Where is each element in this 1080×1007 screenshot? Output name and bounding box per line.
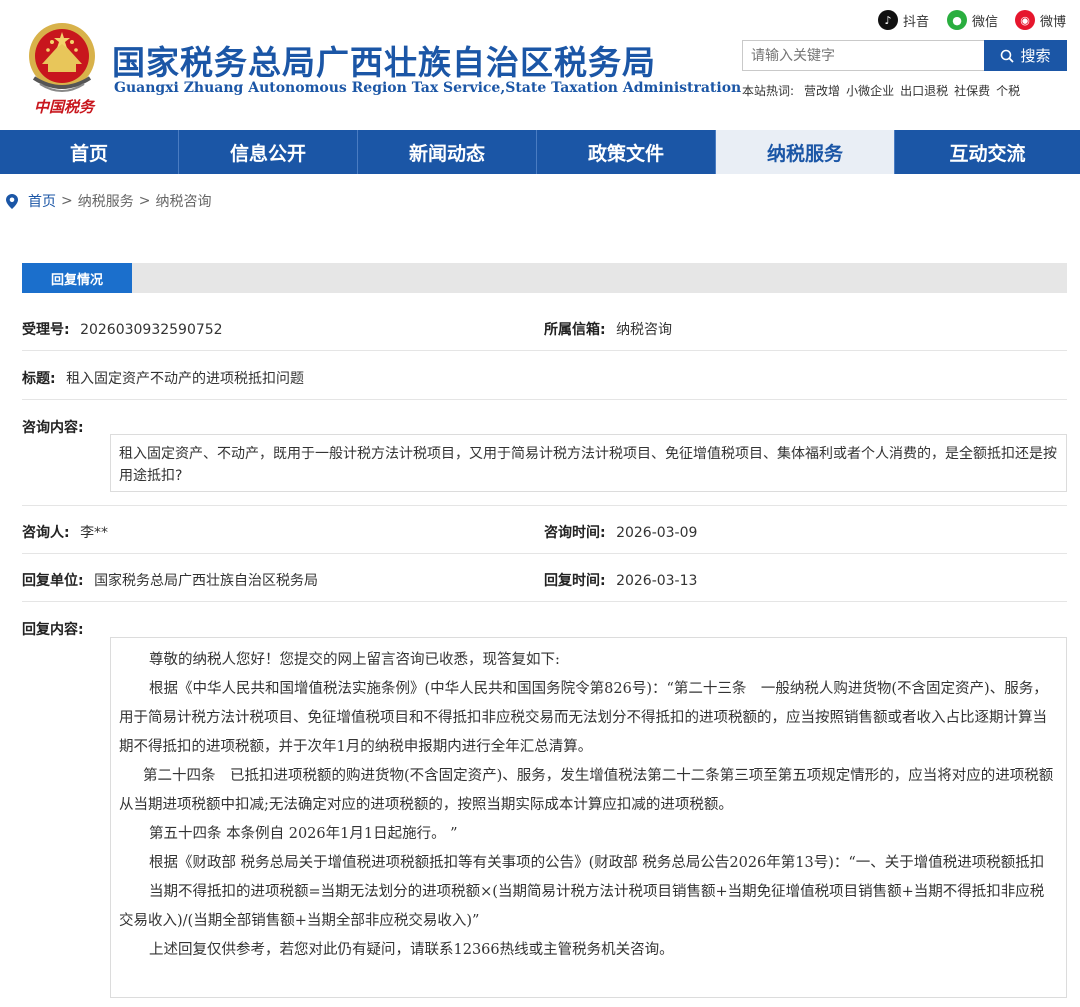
nav-item-tax-service[interactable]: 纳税服务 [716,130,895,174]
hot-word-link[interactable]: 个税 [996,82,1020,99]
row-divider [22,399,1067,400]
consult-time-label: 咨询时间: [544,525,606,541]
reply-paragraph: 第二十四条 已抵扣进项税额的购进货物(不含固定资产)、服务，发生增值税法第二十二… [119,768,1054,813]
reply-time-value: 2026-03-13 [616,573,698,589]
hot-word-link[interactable]: 小微企业 [846,82,894,99]
douyin-icon: ♪ [878,10,898,30]
social-douyin-label: 抖音 [903,14,930,30]
title-label: 标题: [22,371,56,387]
search-button[interactable]: 搜索 [984,40,1067,71]
consult-content-text: 租入固定资产、不动产，既用于一般计税方法计税项目，又用于简易计税方法计税项目、免… [119,446,1057,484]
site-title[interactable]: 国家税务总局广西壮族自治区税务局 [112,36,656,84]
breadcrumb-home[interactable]: 首页 [28,191,56,211]
social-wechat[interactable]: ● 微信 [947,9,998,31]
consultant-label: 咨询人: [22,525,70,541]
consult-time-value: 2026-03-09 [616,525,698,541]
nav-item-interaction[interactable]: 互动交流 [895,130,1080,174]
search-input[interactable] [742,40,984,71]
emblem-caption: 中国税务 [34,98,95,116]
social-weibo-label: 微博 [1040,14,1067,30]
mailbox-field: 所属信箱: 纳税咨询 [544,319,672,339]
search-button-label: 搜索 [1020,47,1051,65]
accept-no-label: 受理号: [22,322,70,338]
reply-paragraph: 根据《财政部 税务总局关于增值税进项税额抵扣等有关事项的公告》(财政部 税务总局… [149,855,1045,871]
hot-word-link[interactable]: 社保费 [954,82,990,99]
hot-word-link[interactable]: 出口退税 [900,82,948,99]
hot-word-link[interactable]: 营改增 [804,82,840,99]
record-row-reply-unit: 回复单位: 国家税务总局广西壮族自治区税务局 回复时间: 2026-03-13 [22,570,1067,590]
reply-paragraph: 尊敬的纳税人您好！您提交的网上留言咨询已收悉，现答复如下: [149,652,560,668]
site-title-english: Guangxi Zhuang Autonomous Region Tax Ser… [114,80,742,96]
consultant-value: 李** [80,525,109,541]
hot-words-label: 本站热词: [742,84,795,98]
nav-item-info-disclosure[interactable]: 信息公开 [179,130,358,174]
row-divider [22,350,1067,351]
row-divider [22,553,1067,554]
row-divider [22,601,1067,602]
mailbox-value: 纳税咨询 [616,322,673,338]
reply-time-field: 回复时间: 2026-03-13 [544,570,697,590]
nav-item-policy[interactable]: 政策文件 [537,130,716,174]
weibo-icon: ◉ [1015,10,1035,30]
social-weibo[interactable]: ◉ 微博 [1015,9,1066,31]
wechat-icon: ● [947,10,967,30]
location-pin-icon [6,193,18,209]
reply-unit-label: 回复单位: [22,573,84,589]
social-wechat-label: 微信 [972,14,999,30]
reply-status-tab: 回复情况 [22,263,132,293]
reply-unit-value: 国家税务总局广西壮族自治区税务局 [94,573,319,589]
breadcrumb-separator: > [138,193,151,209]
site-header: 中国税务 国家税务总局广西壮族自治区税务局 Guangxi Zhuang Aut… [0,0,1080,130]
reply-paragraph: 当期不得抵扣的进项税额=当期无法划分的进项税额×(当期简易计税方法计税项目销售额… [119,884,1045,929]
main-nav: 首页 信息公开 新闻动态 政策文件 纳税服务 互动交流 [0,130,1080,174]
search-icon [1001,49,1015,63]
consult-content-label: 咨询内容: [22,420,84,436]
title-value: 租入固定资产不动产的进项税抵扣问题 [66,371,305,387]
accept-no-value: 2026030932590752 [80,322,223,338]
record-row-title: 标题: 租入固定资产不动产的进项税抵扣问题 [22,368,1067,388]
record-row-reply: 回复内容: [22,619,1067,639]
row-divider [22,505,1067,506]
breadcrumb: 首页 > 纳税服务 > 纳税咨询 [6,191,211,211]
breadcrumb-tax-consulting[interactable]: 纳税咨询 [155,191,211,211]
reply-content-box: 尊敬的纳税人您好！您提交的网上留言咨询已收悉，现答复如下: 根据《中华人民共和国… [110,637,1067,998]
record-row-consultant: 咨询人: 李** 咨询时间: 2026-03-09 [22,522,1067,542]
nav-item-news[interactable]: 新闻动态 [358,130,537,174]
reply-time-label: 回复时间: [544,573,606,589]
social-douyin[interactable]: ♪ 抖音 [878,9,929,31]
national-emblem-logo[interactable]: 中国税务 [22,12,102,120]
consult-content-box: 租入固定资产、不动产，既用于一般计税方法计税项目，又用于简易计税方法计税项目、免… [110,434,1067,492]
hot-words: 本站热词: 营改增 小微企业 出口退税 社保费 个税 [742,82,1020,99]
reply-paragraph: 根据《中华人民共和国增值税法实施条例》(中华人民共和国国务院令第826号)：“第… [119,681,1048,755]
reply-paragraph: 上述回复仅供参考，若您对此仍有疑问，请联系12366热线或主管税务机关咨询。 [149,942,674,958]
mailbox-label: 所属信箱: [544,322,606,338]
breadcrumb-separator: > [61,193,73,209]
reply-content-label: 回复内容: [22,622,84,638]
nav-item-home[interactable]: 首页 [0,130,179,174]
consult-time-field: 咨询时间: 2026-03-09 [544,522,697,542]
reply-paragraph: 第五十四条 本条例自 2026年1月1日起施行。 ” [149,826,458,842]
breadcrumb-tax-service[interactable]: 纳税服务 [78,191,134,211]
record-row-accept: 受理号: 2026030932590752 所属信箱: 纳税咨询 [22,319,1067,339]
section-bar: 回复情况 [22,263,1067,293]
